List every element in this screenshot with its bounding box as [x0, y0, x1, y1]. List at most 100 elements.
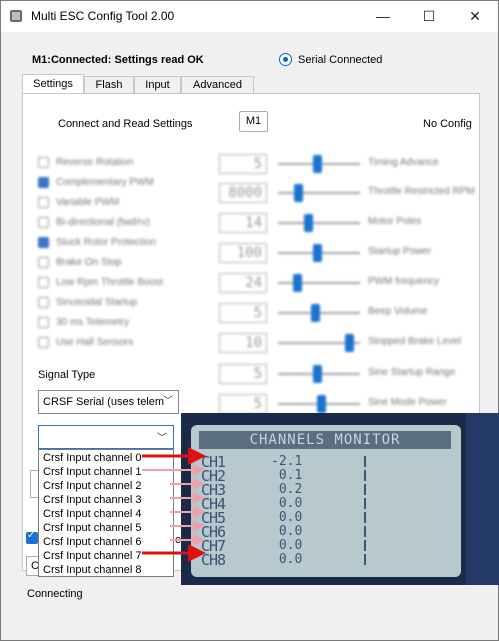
minimize-button[interactable]: — — [360, 1, 406, 32]
close-button[interactable]: ✕ — [452, 1, 498, 32]
channel-option-5[interactable]: Crsf Input channel 5 — [43, 522, 141, 534]
sine-power-value[interactable]: 5 — [219, 394, 267, 414]
motor-poles-slider[interactable] — [278, 214, 360, 232]
sine-power-slider[interactable] — [278, 395, 360, 413]
lcd-bar — [364, 526, 366, 537]
lcd-bar — [364, 512, 366, 523]
checkbox-box[interactable] — [38, 217, 49, 228]
checkbox-label: Use Hall Sensors — [56, 337, 134, 348]
channel-option-3[interactable]: Crsf Input channel 3 — [43, 494, 141, 506]
tab-input[interactable]: Input — [134, 76, 181, 93]
checkbox-label: Reverse Rotation — [56, 157, 134, 168]
lcd-bar — [364, 470, 366, 481]
sine-range-slider[interactable] — [278, 365, 360, 383]
slider-label: Timing Advance — [368, 157, 439, 168]
lcd-value: 0.0 — [271, 510, 303, 525]
checkbox-box[interactable] — [38, 237, 49, 248]
lcd-bar — [364, 484, 366, 495]
channel-option-0[interactable]: Crsf Input channel 0 — [43, 452, 141, 464]
slider-thumb[interactable] — [317, 395, 326, 413]
beep-volume-value[interactable]: 5 — [219, 303, 267, 323]
slider-thumb[interactable] — [293, 274, 302, 292]
tab-flash[interactable]: Flash — [84, 76, 134, 93]
photo-background — [466, 413, 499, 585]
channel-option-7[interactable]: Crsf Input channel 7 — [43, 550, 141, 562]
restricted-rpm-slider[interactable] — [278, 184, 360, 202]
brake-level-value[interactable]: 10 — [219, 333, 267, 353]
lcd-value: 0.2 — [271, 482, 303, 497]
slider-label: Throttle Restricted RPM — [368, 186, 475, 197]
hidden-checkbox[interactable] — [26, 530, 38, 544]
pwm-frequency-slider[interactable] — [278, 274, 360, 292]
serial-connected-radio[interactable] — [279, 53, 292, 66]
config-status: No Config — [423, 118, 472, 130]
checkbox-box[interactable] — [38, 337, 49, 348]
checkbox-box[interactable] — [38, 197, 49, 208]
startup-power-slider[interactable] — [278, 244, 360, 262]
title-bar: Multi ESC Config Tool 2.00 — ☐ ✕ — [1, 1, 498, 32]
slider-label: Sine Startup Range — [368, 367, 456, 378]
slider-label: Stopped Brake Level — [368, 336, 461, 347]
motor-poles-value[interactable]: 14 — [219, 213, 267, 233]
signal-type-value: CRSF Serial (uses telem — [43, 396, 165, 408]
lcd-bar — [364, 540, 366, 551]
slider-thumb[interactable] — [313, 365, 322, 383]
app-icon — [10, 10, 22, 22]
slider-label: Sine Mode Power — [368, 397, 447, 408]
timing-advance-slider[interactable] — [278, 155, 360, 173]
lcd-bar — [364, 498, 366, 509]
serial-connected-label: Serial Connected — [298, 54, 383, 66]
channel-option-2[interactable]: Crsf Input channel 2 — [43, 480, 141, 492]
lcd-channel: CH8 — [201, 551, 226, 569]
lcd-screen: CHANNELS MONITOR CH1 -2.1 CH2 0.1 CH3 0.2… — [191, 425, 461, 577]
lcd-value: 0.0 — [271, 524, 303, 539]
channel-option-8[interactable]: Crsf Input channel 8 — [43, 564, 141, 576]
checkbox-box[interactable] — [38, 277, 49, 288]
beep-volume-slider[interactable] — [278, 304, 360, 322]
slider-thumb[interactable] — [313, 244, 322, 262]
slider-thumb[interactable] — [304, 214, 313, 232]
chevron-down-icon: ﹀ — [163, 396, 173, 407]
channel-option-4[interactable]: Crsf Input channel 4 — [43, 508, 141, 520]
checkbox-label: Sinusoidal Startup — [56, 297, 138, 308]
pwm-frequency-value[interactable]: 24 — [219, 273, 267, 293]
checkbox-box[interactable] — [38, 257, 49, 268]
startup-power-value[interactable]: 100 — [219, 243, 267, 263]
tab-settings[interactable]: Settings — [22, 74, 84, 94]
channel-option-1[interactable]: Crsf Input channel 1 — [43, 466, 141, 478]
checkbox-label: Bi-directional (fwd/rv) — [56, 217, 150, 228]
slider-label: Startup Power — [368, 246, 432, 257]
slider-label: Motor Poles — [368, 216, 422, 227]
lcd-bar — [364, 554, 366, 565]
checkbox-box[interactable] — [38, 297, 49, 308]
brake-level-slider[interactable] — [278, 334, 360, 352]
m1-button[interactable]: M1 — [239, 111, 268, 132]
checkbox-box[interactable] — [38, 177, 49, 188]
tab-advanced[interactable]: Advanced — [181, 76, 254, 93]
slider-thumb[interactable] — [294, 184, 303, 202]
signal-type-select[interactable]: CRSF Serial (uses telem ﹀ — [38, 390, 179, 414]
lcd-value: -2.1 — [271, 454, 303, 469]
lcd-value: 0.0 — [271, 496, 303, 511]
slider-thumb[interactable] — [345, 334, 354, 352]
checkbox-label: 30 ms Telemetry — [56, 317, 130, 328]
checkbox-box[interactable] — [38, 317, 49, 328]
slider-thumb[interactable] — [311, 304, 320, 322]
connection-status: M1:Connected: Settings read OK — [32, 54, 204, 66]
checkbox-label: Variable PWM — [56, 197, 120, 208]
checkbox-box[interactable] — [38, 157, 49, 168]
lcd-value: 0.0 — [271, 538, 303, 553]
channel-select[interactable]: ﹀ — [38, 425, 174, 449]
checkbox-label: Low Rpm Throttle Boost — [56, 277, 164, 288]
lcd-value: 0.0 — [271, 552, 303, 567]
lcd-bar — [364, 456, 366, 467]
channel-option-6[interactable]: Crsf Input channel 6 — [43, 536, 141, 548]
restricted-rpm-value[interactable]: 8000 — [219, 183, 267, 203]
slider-thumb[interactable] — [313, 155, 322, 173]
sine-range-value[interactable]: 5 — [219, 364, 267, 384]
bottom-status: Connecting — [27, 588, 83, 600]
maximize-button[interactable]: ☐ — [406, 1, 452, 32]
window-title: Multi ESC Config Tool 2.00 — [31, 9, 175, 23]
lcd-value: 0.1 — [271, 468, 303, 483]
timing-advance-value[interactable]: 5 — [219, 154, 267, 174]
